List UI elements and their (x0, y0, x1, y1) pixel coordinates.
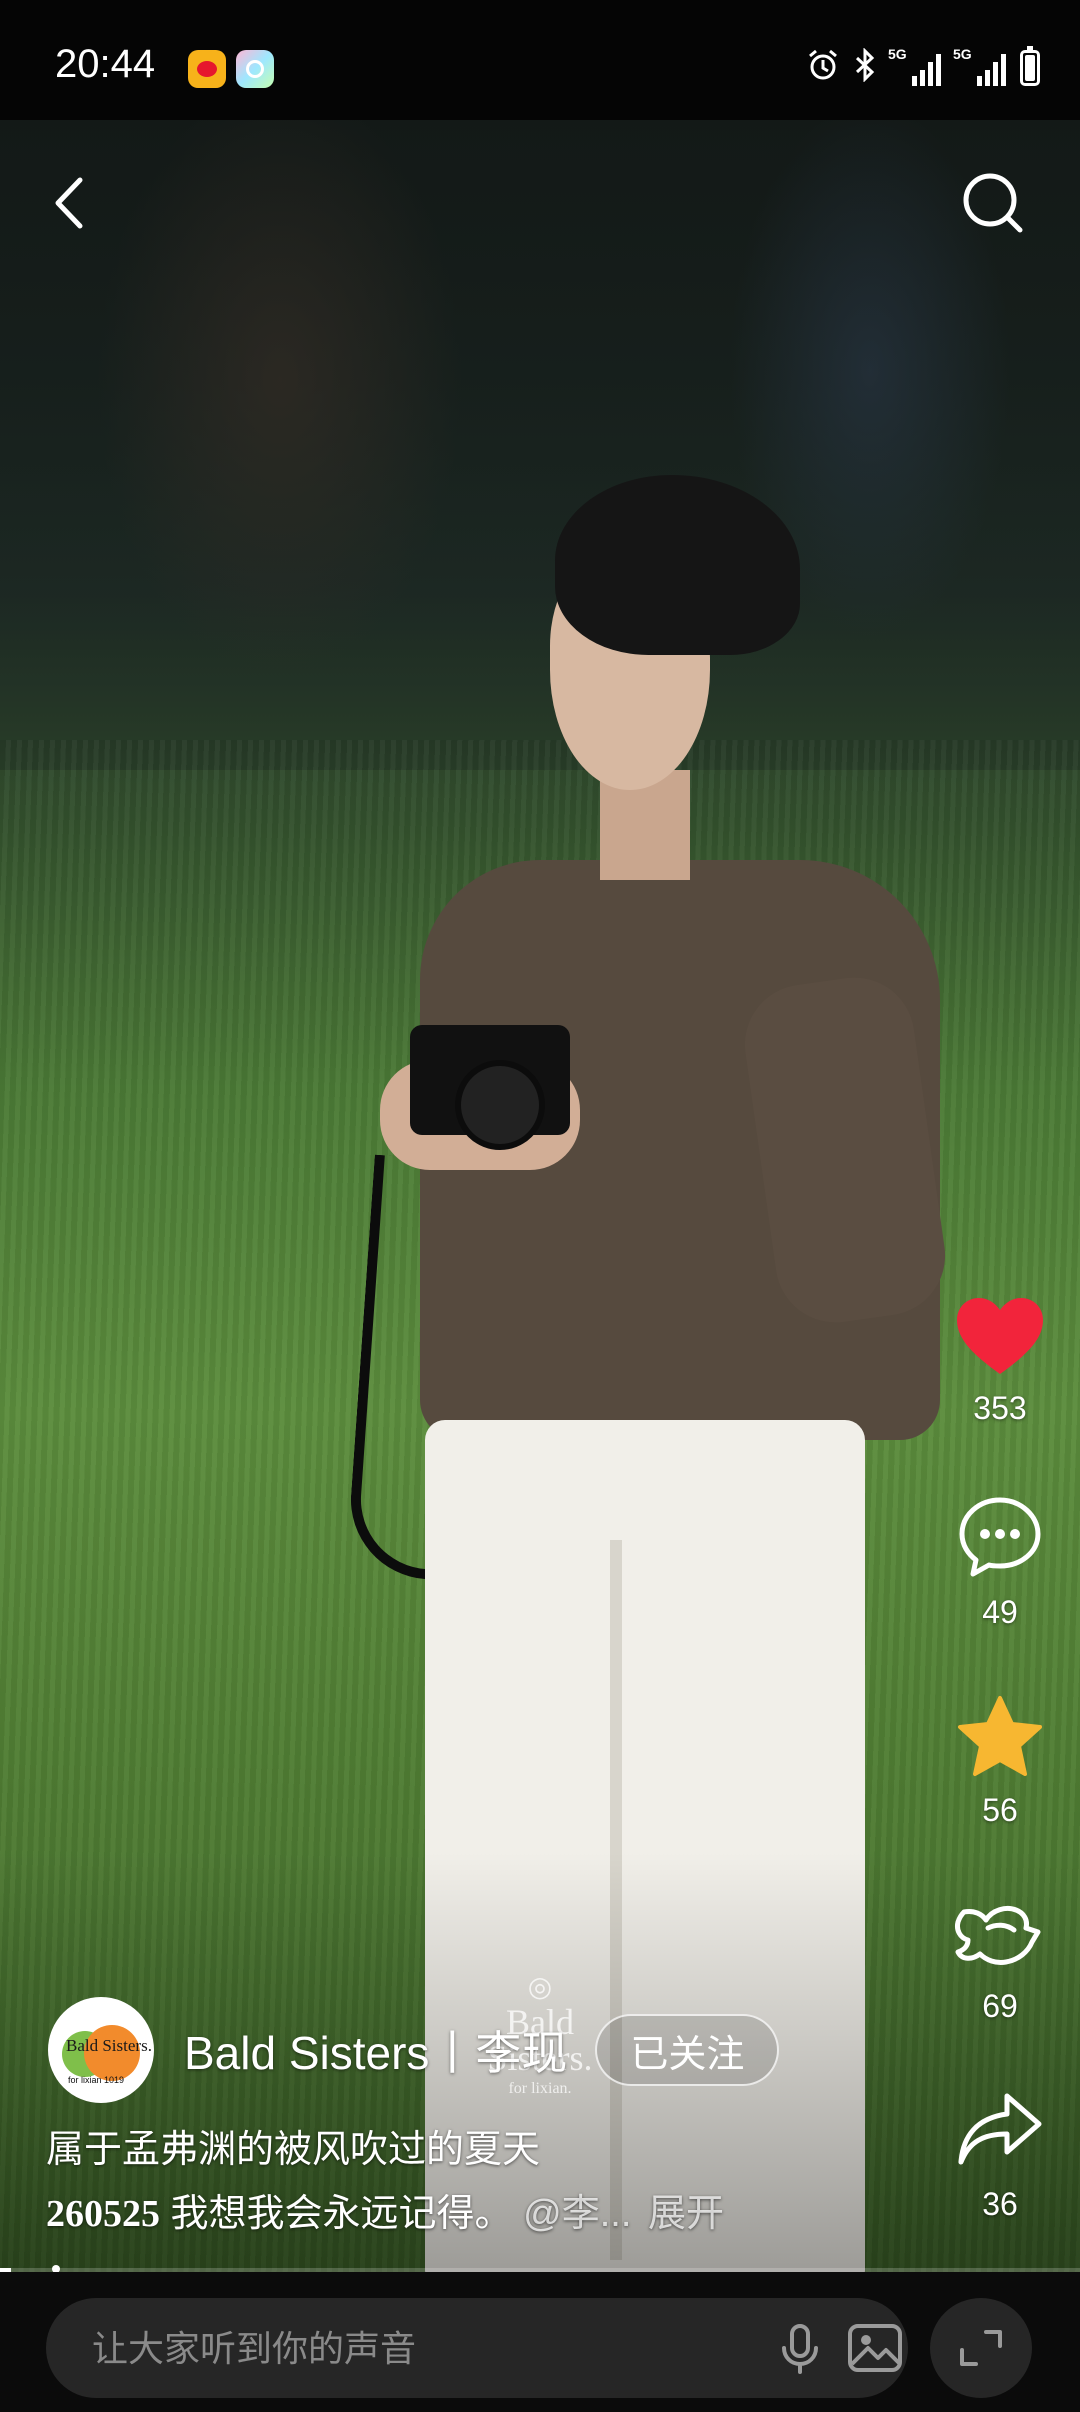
post-photo[interactable]: ◎ Bald Sisters. for lixian. (0, 120, 1080, 2272)
caption-line-1: 属于孟弗渊的被风吹过的夏天 (46, 2129, 541, 2171)
voice-button[interactable] (772, 2320, 828, 2376)
author-avatar[interactable]: Bald Sisters. for lixian 1019 (48, 1997, 154, 2103)
author-row: Bald Sisters. for lixian 1019 Bald Siste… (48, 1995, 780, 2105)
repost-button[interactable]: 69 (940, 1892, 1060, 2025)
battery-icon (1020, 46, 1040, 86)
share-button[interactable]: 36 (940, 2090, 1060, 2223)
comment-box[interactable] (46, 2298, 908, 2400)
status-time: 20:44 (55, 42, 156, 86)
caption-date: 260525 (46, 2193, 160, 2235)
image-button[interactable] (844, 2320, 906, 2376)
favorite-count: 56 (982, 1792, 1018, 1828)
repost-count: 69 (982, 1988, 1018, 2024)
caption-mention[interactable]: @李... (523, 2193, 631, 2235)
author-name[interactable]: Bald Sisters丨李现 (184, 2017, 567, 2083)
caption-line-2: 260525 我想我会永远记得。 @李... 展开 (46, 2184, 926, 2244)
status-bar: 20:44 5G 5G (0, 0, 1080, 120)
comment-button[interactable]: 49 (940, 1494, 1060, 1631)
comment-count: 49 (982, 1594, 1018, 1630)
signal-icon-1: 5G (888, 46, 941, 86)
post-caption[interactable]: 属于孟弗渊的被风吹过的夏天 260525 我想我会永远记得。 @李... 展开 (46, 2120, 926, 2244)
image-icon (848, 2324, 902, 2372)
like-button[interactable]: 353 (940, 1296, 1060, 1427)
system-icons: 5G 5G (806, 46, 1040, 90)
comment-bubble-icon (959, 1497, 1041, 1577)
follow-button[interactable]: 已关注 (595, 2014, 780, 2086)
bluetooth-icon (854, 47, 876, 88)
expand-arrows-icon (960, 2330, 1002, 2366)
camera-app-icon (236, 50, 274, 88)
share-count: 36 (982, 2186, 1018, 2222)
caption-text: 我想我会永远记得。 (160, 2193, 513, 2235)
comment-input[interactable] (90, 2298, 734, 2400)
expand-link[interactable]: 展开 (648, 2193, 724, 2235)
repost-icon (955, 1905, 1041, 1965)
search-button[interactable] (960, 168, 1026, 238)
bottom-bar (0, 2272, 1080, 2412)
expand-button[interactable] (930, 2298, 1032, 2398)
search-icon (963, 173, 1023, 233)
chevron-left-icon (55, 177, 83, 229)
like-count: 353 (973, 1390, 1027, 1426)
share-arrow-icon (958, 2093, 1042, 2165)
microphone-icon (782, 2324, 818, 2374)
star-icon (958, 1696, 1042, 1776)
back-button[interactable] (42, 168, 102, 238)
heart-icon (957, 1298, 1043, 1374)
favorite-button[interactable]: 56 (940, 1694, 1060, 1829)
signal-icon-2: 5G (953, 46, 1006, 86)
alarm-icon (806, 48, 840, 88)
weibo-app-icon (188, 50, 226, 88)
